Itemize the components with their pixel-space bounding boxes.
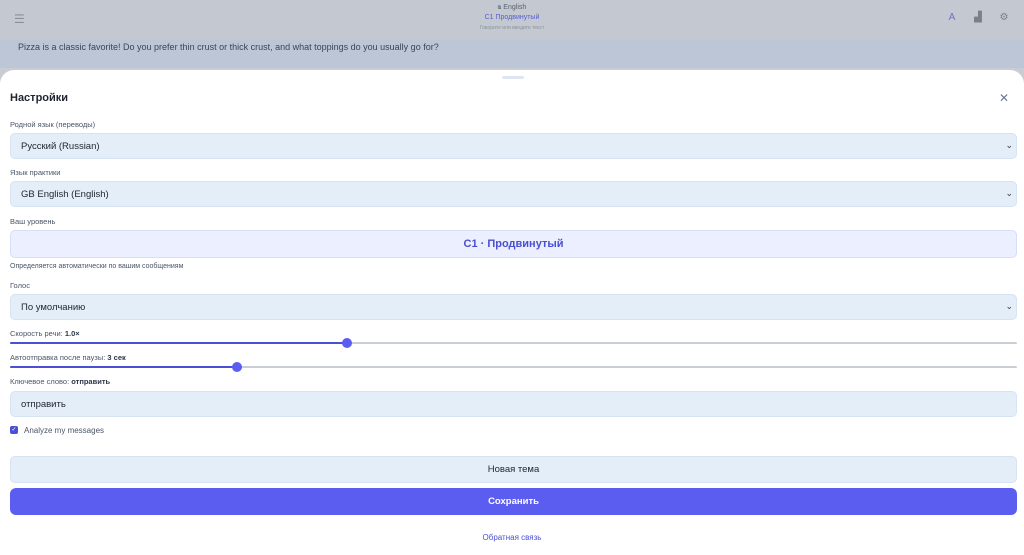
keyword-label-row: Ключевое слово: отправить bbox=[10, 377, 110, 386]
analyze-label: Analyze my messages bbox=[24, 426, 105, 435]
header-note: Говорите или введите текст bbox=[479, 25, 545, 31]
speed-value: 1.0× bbox=[64, 329, 80, 338]
app-header: ☰ ҩ English C1 Продвинутый Говорите или … bbox=[0, 0, 1024, 41]
keyword-label: Ключевое слово: bbox=[10, 377, 70, 386]
sheet-title: Настройки bbox=[10, 92, 69, 104]
keyword-input[interactable]: отправить bbox=[10, 391, 1017, 417]
save-button[interactable]: Сохранить bbox=[10, 488, 1017, 515]
autosend-label-row: Автоотправка после паузы: 3 сек bbox=[10, 353, 126, 362]
autosend-label: Автоотправка после паузы: bbox=[10, 353, 106, 362]
level-badge: C1 · Продвинутый bbox=[10, 230, 1017, 258]
header-actions: A ▟ ⚙ bbox=[946, 12, 1010, 24]
level-label: Ваш уровень bbox=[10, 217, 56, 226]
speed-slider-fill bbox=[10, 342, 348, 344]
header-level: C1 Продвинутый bbox=[484, 14, 540, 21]
native-language-label: Родной язык (переводы) bbox=[10, 120, 96, 129]
practice-language-value: GB English (English) bbox=[21, 189, 109, 200]
autosend-value: 3 сек bbox=[107, 353, 126, 362]
analyze-checkbox[interactable]: ✓ bbox=[10, 426, 18, 434]
voice-select[interactable]: По умолчанию ⌄ bbox=[10, 294, 1017, 320]
feedback-link[interactable]: Обратная связь bbox=[0, 533, 1024, 542]
speed-label: Скорость речи: bbox=[10, 329, 63, 338]
speed-slider[interactable] bbox=[10, 338, 1017, 348]
keyword-input-value: отправить bbox=[21, 399, 66, 410]
header-title: ҩ English bbox=[497, 4, 527, 11]
new-topic-button[interactable]: Новая тема bbox=[10, 456, 1017, 483]
chevron-down-icon: ⌄ bbox=[1005, 301, 1013, 311]
drag-handle[interactable] bbox=[502, 76, 524, 79]
chart-icon[interactable]: ▟ bbox=[972, 12, 984, 24]
chevron-down-icon: ⌄ bbox=[1005, 140, 1013, 150]
voice-label: Голос bbox=[10, 281, 30, 290]
keyword-value: отправить bbox=[71, 377, 111, 386]
chevron-down-icon: ⌄ bbox=[1005, 188, 1013, 198]
native-language-select[interactable]: Русский (Russian) ⌄ bbox=[10, 133, 1017, 159]
autosend-slider[interactable] bbox=[10, 362, 1017, 372]
practice-language-select[interactable]: GB English (English) ⌄ bbox=[10, 181, 1017, 207]
speed-slider-thumb[interactable] bbox=[342, 338, 353, 348]
settings-sheet: Настройки ✕ Родной язык (переводы) Русск… bbox=[0, 70, 1024, 555]
autosend-slider-thumb[interactable] bbox=[231, 362, 242, 372]
level-hint: Определяется автоматически по вашим сооб… bbox=[10, 263, 184, 270]
assistant-message: Pizza is a classic favorite! Do you pref… bbox=[18, 42, 439, 52]
native-language-value: Русский (Russian) bbox=[21, 141, 100, 152]
speed-label-row: Скорость речи: 1.0× bbox=[10, 329, 80, 338]
voice-value: По умолчанию bbox=[21, 302, 86, 313]
settings-icon[interactable]: ⚙ bbox=[998, 12, 1010, 24]
practice-language-label: Язык практики bbox=[10, 168, 61, 177]
autosend-slider-fill bbox=[10, 366, 237, 368]
close-icon[interactable]: ✕ bbox=[999, 91, 1009, 105]
translate-icon[interactable]: A bbox=[946, 12, 958, 24]
